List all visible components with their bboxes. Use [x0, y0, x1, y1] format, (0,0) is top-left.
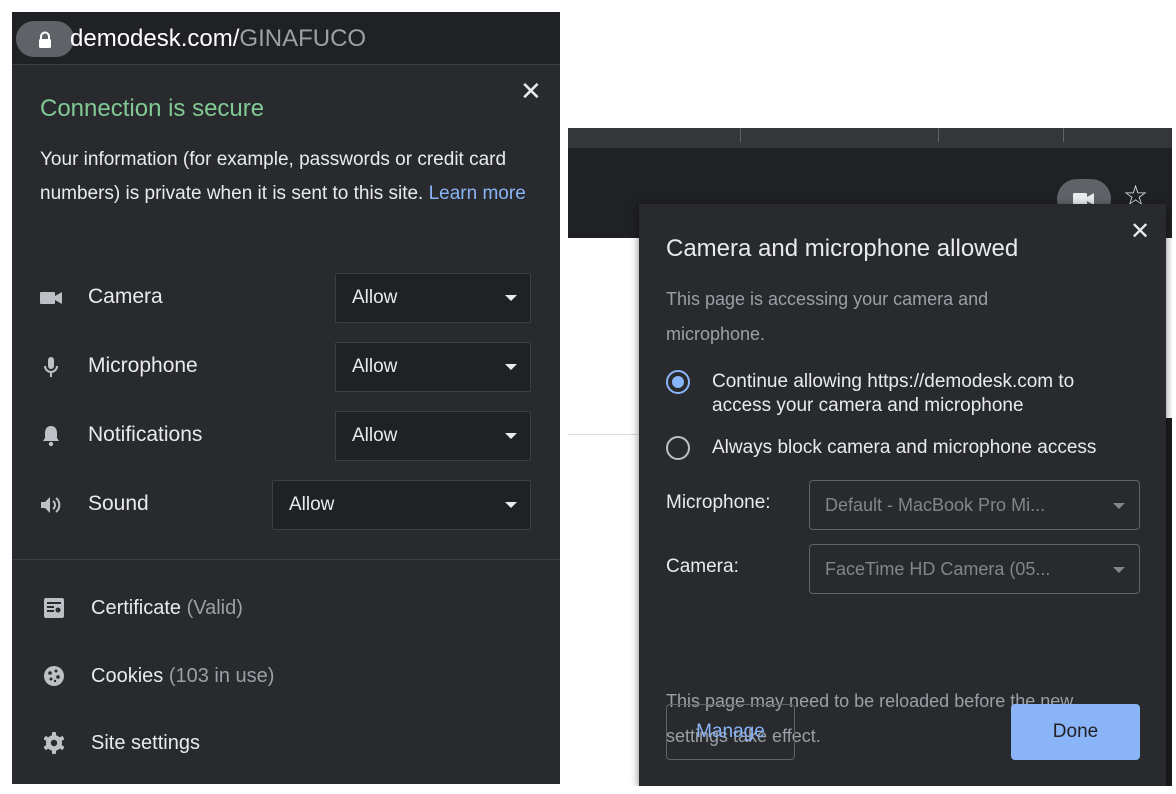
option-label-line1: Continue allowing https://demodesk.com t…: [712, 371, 1075, 392]
camera-mic-dialog: ✕ Camera and microphone allowed This pag…: [639, 204, 1166, 786]
select-value: Allow: [352, 287, 398, 308]
speaker-icon: [38, 492, 64, 518]
chevron-down-icon: [505, 433, 517, 439]
option-label-line2: access your camera and microphone: [712, 395, 1024, 416]
chevron-down-icon: [1113, 567, 1125, 573]
camera-mic-screenshot: ☆ ✕ Camera and microphone allowed This p…: [568, 128, 1172, 786]
permission-label: Notifications: [88, 423, 203, 446]
connection-status-title: Connection is secure: [40, 95, 265, 122]
done-button[interactable]: Done: [1011, 704, 1140, 760]
site-info-popup: demodesk.com/GINAFUCO ✕ Connection is se…: [12, 12, 560, 784]
manage-button[interactable]: Manage: [666, 704, 795, 760]
microphone-icon: [38, 354, 64, 380]
permission-row-microphone: Microphone Allow: [12, 342, 560, 392]
link-label: Cookies (103 in use): [91, 665, 274, 688]
select-value: Default - MacBook Pro Mi...: [825, 495, 1046, 515]
site-settings-link[interactable]: Site settings: [12, 719, 560, 767]
certificate-status: (Valid): [186, 597, 243, 619]
site-info-button[interactable]: [16, 21, 74, 57]
chevron-down-icon: [1113, 503, 1125, 509]
cookies-label: Cookies: [91, 665, 164, 687]
divider: [12, 559, 560, 560]
chevron-down-icon: [505, 502, 517, 508]
connection-description: Your information (for example, passwords…: [40, 143, 545, 211]
cookies-link[interactable]: Cookies (103 in use): [12, 652, 560, 700]
cookies-count: (103 in use): [168, 665, 275, 687]
permission-row-notifications: Notifications Allow: [12, 411, 560, 461]
gear-icon: [41, 730, 67, 756]
learn-more-link[interactable]: Learn more: [429, 183, 526, 204]
chevron-down-icon: [505, 364, 517, 370]
bell-icon: [38, 423, 64, 449]
select-value: Allow: [352, 425, 398, 446]
camera-permission-select[interactable]: Allow: [335, 273, 531, 323]
url-text[interactable]: demodesk.com/GINAFUCO: [70, 25, 366, 53]
lock-icon: [37, 31, 53, 54]
microphone-permission-select[interactable]: Allow: [335, 342, 531, 392]
camera-label: Camera:: [666, 556, 739, 577]
option-label: Always block camera and microphone acces…: [712, 437, 1097, 458]
notifications-permission-select[interactable]: Allow: [335, 411, 531, 461]
url-domain: demodesk.com/: [70, 25, 240, 52]
browser-tab-strip: [568, 128, 1172, 148]
camera-select[interactable]: FaceTime HD Camera (05...: [809, 544, 1140, 594]
link-label: Certificate (Valid): [91, 597, 243, 620]
page-edge: [1166, 418, 1172, 786]
tab-separator: [1063, 128, 1064, 142]
dialog-title: Camera and microphone allowed: [666, 235, 1019, 262]
tab-separator: [740, 128, 741, 142]
permission-row-sound: Sound Allow: [12, 480, 560, 530]
select-value: Allow: [289, 494, 335, 515]
address-bar[interactable]: demodesk.com/GINAFUCO: [12, 12, 560, 65]
select-value: FaceTime HD Camera (05...: [825, 559, 1051, 579]
certificate-link[interactable]: Certificate (Valid): [12, 584, 560, 632]
sound-permission-select[interactable]: Allow: [272, 480, 531, 530]
microphone-label: Microphone:: [666, 492, 771, 513]
continue-allowing-option[interactable]: Continue allowing https://demodesk.com t…: [666, 370, 1136, 420]
divider: [568, 434, 638, 435]
option-label: Continue allowing https://demodesk.com t…: [712, 370, 1074, 418]
dialog-description: This page is accessing your camera and m…: [666, 289, 989, 344]
cookie-icon: [41, 663, 67, 689]
url-path: GINAFUCO: [239, 25, 367, 52]
tab-separator: [938, 128, 939, 142]
certificate-icon: [41, 595, 67, 621]
always-block-option[interactable]: Always block camera and microphone acces…: [666, 436, 1156, 462]
radio-unselected[interactable]: [666, 436, 690, 460]
select-value: Allow: [352, 356, 398, 377]
permission-label: Camera: [88, 285, 163, 308]
permission-label: Microphone: [88, 354, 198, 377]
radio-selected[interactable]: [666, 370, 690, 394]
permission-label: Sound: [88, 492, 149, 515]
site-settings-label: Site settings: [91, 732, 200, 754]
chevron-down-icon: [505, 295, 517, 301]
close-icon[interactable]: ✕: [520, 78, 542, 104]
close-icon[interactable]: ✕: [1130, 220, 1150, 244]
certificate-label: Certificate: [91, 597, 182, 619]
microphone-select[interactable]: Default - MacBook Pro Mi...: [809, 480, 1140, 530]
camera-icon: [38, 285, 64, 311]
permission-row-camera: Camera Allow: [12, 273, 560, 323]
